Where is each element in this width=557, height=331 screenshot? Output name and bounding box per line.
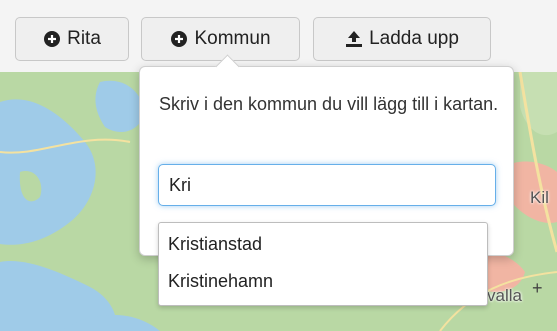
kommun-button[interactable]: Kommun [141, 17, 300, 61]
map-label-valla: valla [487, 286, 522, 305]
toolbar: Rita Kommun Ladda upp [0, 0, 557, 72]
plus-circle-icon [43, 30, 61, 48]
kommun-search-input[interactable] [158, 164, 496, 206]
upload-icon [345, 30, 363, 48]
rita-button[interactable]: Rita [15, 17, 129, 61]
map-label-kil: Kil [530, 188, 549, 207]
suggestion-item-kristinehamn[interactable]: Kristinehamn [159, 263, 487, 300]
rita-button-label: Rita [67, 28, 101, 49]
map-cross-marker: + [532, 278, 543, 298]
kommun-button-label: Kommun [194, 28, 271, 49]
ladda-upp-button[interactable]: Ladda upp [313, 17, 491, 61]
ladda-upp-button-label: Ladda upp [369, 28, 459, 49]
popover-instruction: Skriv i den kommun du vill lägg till i k… [159, 94, 499, 114]
suggestion-list: Kristianstad Kristinehamn [158, 222, 488, 306]
plus-circle-icon [170, 30, 188, 48]
suggestion-item-kristianstad[interactable]: Kristianstad [159, 226, 487, 263]
